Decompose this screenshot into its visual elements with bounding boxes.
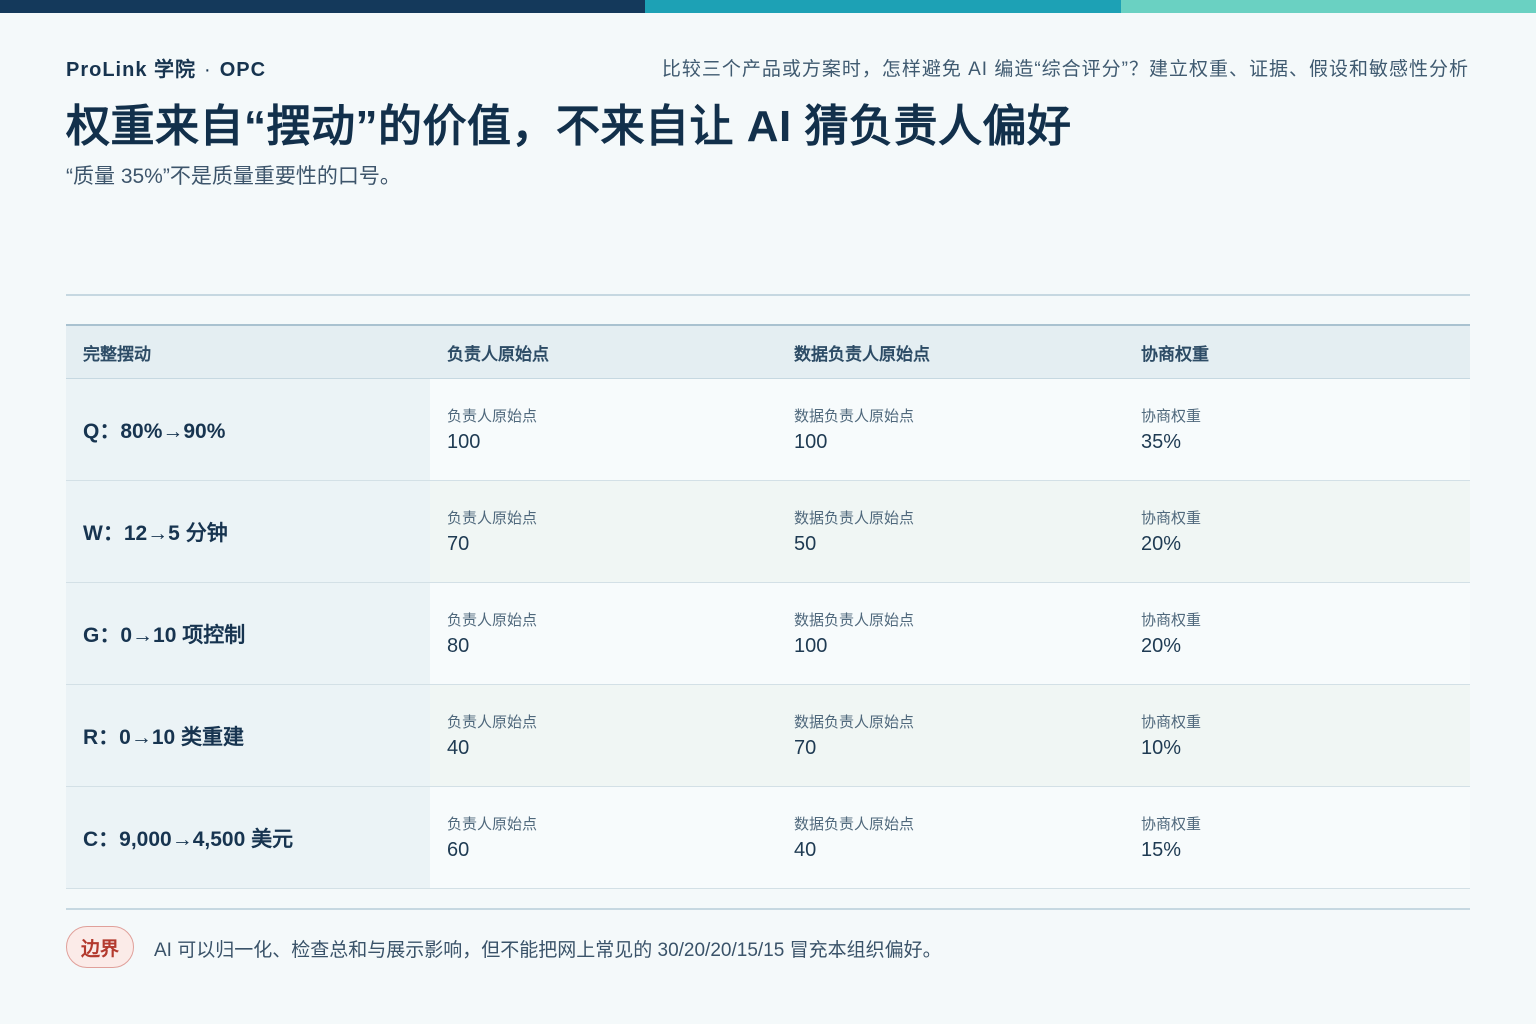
table-row: G：0→10 项控制 负责人原始点 80 数据负责人原始点 100 协商权重 20% <box>66 583 1470 685</box>
owner-cell-label: 负责人原始点 <box>447 408 538 425</box>
accent-segment-navy <box>0 0 645 13</box>
table-row: R：0→10 类重建 负责人原始点 40 数据负责人原始点 70 协商权重 10% <box>66 685 1470 787</box>
owner-cell-label: 负责人原始点 <box>447 816 538 833</box>
data-owner-cell-value: 70 <box>794 737 817 759</box>
data-owner-cell: 数据负责人原始点 100 <box>777 379 1124 480</box>
row-values: 负责人原始点 70 数据负责人原始点 50 协商权重 20% <box>430 481 1470 582</box>
owner-cell-label: 负责人原始点 <box>447 714 538 731</box>
data-owner-cell-value: 100 <box>794 431 828 453</box>
data-owner-cell-label: 数据负责人原始点 <box>794 408 915 425</box>
table-row: W：12→5 分钟 负责人原始点 70 数据负责人原始点 50 协商权重 20% <box>66 481 1470 583</box>
weight-cell-label: 协商权重 <box>1141 714 1202 731</box>
page-subtitle: “质量 35%”不是质量重要性的口号。 <box>66 165 401 188</box>
header-owner: 负责人原始点 <box>447 344 549 364</box>
data-owner-cell: 数据负责人原始点 70 <box>777 685 1124 786</box>
row-values: 负责人原始点 60 数据负责人原始点 40 协商权重 15% <box>430 787 1470 888</box>
table-body: Q：80%→90% 负责人原始点 100 数据负责人原始点 100 协商权重 35% W：12… <box>66 379 1470 889</box>
swing-weight-table: 完整摆动 负责人原始点 数据负责人原始点 协商权重 Q：80%→90% 负责人原始… <box>66 324 1470 889</box>
owner-cell-value: 60 <box>447 839 470 861</box>
brand-label: ProLink 学院 · OPC <box>66 53 266 82</box>
row-values: 负责人原始点 80 数据负责人原始点 100 协商权重 20% <box>430 583 1470 684</box>
weight-cell: 协商权重 20% <box>1124 583 1470 684</box>
weight-cell-label: 协商权重 <box>1141 408 1202 425</box>
data-owner-cell-label: 数据负责人原始点 <box>794 714 915 731</box>
divider-top <box>66 294 1470 296</box>
owner-cell-value: 40 <box>447 737 470 759</box>
row-values: 负责人原始点 40 数据负责人原始点 70 协商权重 10% <box>430 685 1470 786</box>
table-row: C：9,000→4,500 美元 负责人原始点 60 数据负责人原始点 40 协商权重 15… <box>66 787 1470 889</box>
weight-cell-value: 20% <box>1141 635 1182 657</box>
table-row: Q：80%→90% 负责人原始点 100 数据负责人原始点 100 协商权重 35% <box>66 379 1470 481</box>
swing-cell: R：0→10 类重建 <box>66 685 430 786</box>
page-title: 权重来自“摆动”的价值，不来自让 AI 猜负责人偏好 <box>66 102 1072 151</box>
data-owner-cell-value: 40 <box>794 839 817 861</box>
boundary-tag: 边界 <box>66 926 134 968</box>
header-weight: 协商权重 <box>1141 344 1209 364</box>
accent-segment-teal <box>645 0 1121 13</box>
weight-cell-value: 10% <box>1141 737 1182 759</box>
weight-cell: 协商权重 10% <box>1124 685 1470 786</box>
data-owner-cell-value: 50 <box>794 533 817 555</box>
owner-cell-value: 70 <box>447 533 470 555</box>
table-header: 完整摆动 负责人原始点 数据负责人原始点 协商权重 <box>66 326 1470 379</box>
header-swing: 完整摆动 <box>83 344 151 364</box>
brand-separator: · <box>204 59 212 81</box>
swing-cell: W：12→5 分钟 <box>66 481 430 582</box>
swing-cell: G：0→10 项控制 <box>66 583 430 684</box>
owner-cell-value: 80 <box>447 635 470 657</box>
weight-cell-label: 协商权重 <box>1141 816 1202 833</box>
swing-cell: Q：80%→90% <box>66 379 430 480</box>
weight-cell-value: 20% <box>1141 533 1182 555</box>
top-accent-bar <box>0 0 1536 13</box>
owner-cell: 负责人原始点 70 <box>430 481 777 582</box>
accent-segment-mint <box>1121 0 1536 13</box>
weight-cell-value: 15% <box>1141 839 1182 861</box>
row-values: 负责人原始点 100 数据负责人原始点 100 协商权重 35% <box>430 379 1470 480</box>
data-owner-cell-label: 数据负责人原始点 <box>794 510 915 527</box>
owner-cell: 负责人原始点 60 <box>430 787 777 888</box>
data-owner-cell: 数据负责人原始点 50 <box>777 481 1124 582</box>
owner-cell: 负责人原始点 80 <box>430 583 777 684</box>
data-owner-cell-label: 数据负责人原始点 <box>794 816 915 833</box>
boundary-note: AI 可以归一化、检查总和与展示影响，但不能把网上常见的 30/20/20/15… <box>154 940 942 961</box>
divider-bottom <box>66 908 1470 910</box>
swing-cell: C：9,000→4,500 美元 <box>66 787 430 888</box>
weight-cell: 协商权重 35% <box>1124 379 1470 480</box>
data-owner-cell-value: 100 <box>794 635 828 657</box>
owner-cell-value: 100 <box>447 431 481 453</box>
data-owner-cell-label: 数据负责人原始点 <box>794 612 915 629</box>
weight-cell: 协商权重 20% <box>1124 481 1470 582</box>
brand-program: OPC <box>219 59 267 81</box>
owner-cell: 负责人原始点 100 <box>430 379 777 480</box>
header-data-owner: 数据负责人原始点 <box>794 344 930 364</box>
owner-cell-label: 负责人原始点 <box>447 612 538 629</box>
weight-cell-label: 协商权重 <box>1141 612 1202 629</box>
weight-cell-label: 协商权重 <box>1141 510 1202 527</box>
data-owner-cell: 数据负责人原始点 40 <box>777 787 1124 888</box>
brand-name: ProLink 学院 <box>66 59 197 81</box>
weight-cell-value: 35% <box>1141 431 1182 453</box>
subject-line: 比较三个产品或方案时，怎样避免 AI 编造“综合评分”？建立权重、证据、假设和敏… <box>661 59 1469 80</box>
weight-cell: 协商权重 15% <box>1124 787 1470 888</box>
data-owner-cell: 数据负责人原始点 100 <box>777 583 1124 684</box>
owner-cell-label: 负责人原始点 <box>447 510 538 527</box>
owner-cell: 负责人原始点 40 <box>430 685 777 786</box>
